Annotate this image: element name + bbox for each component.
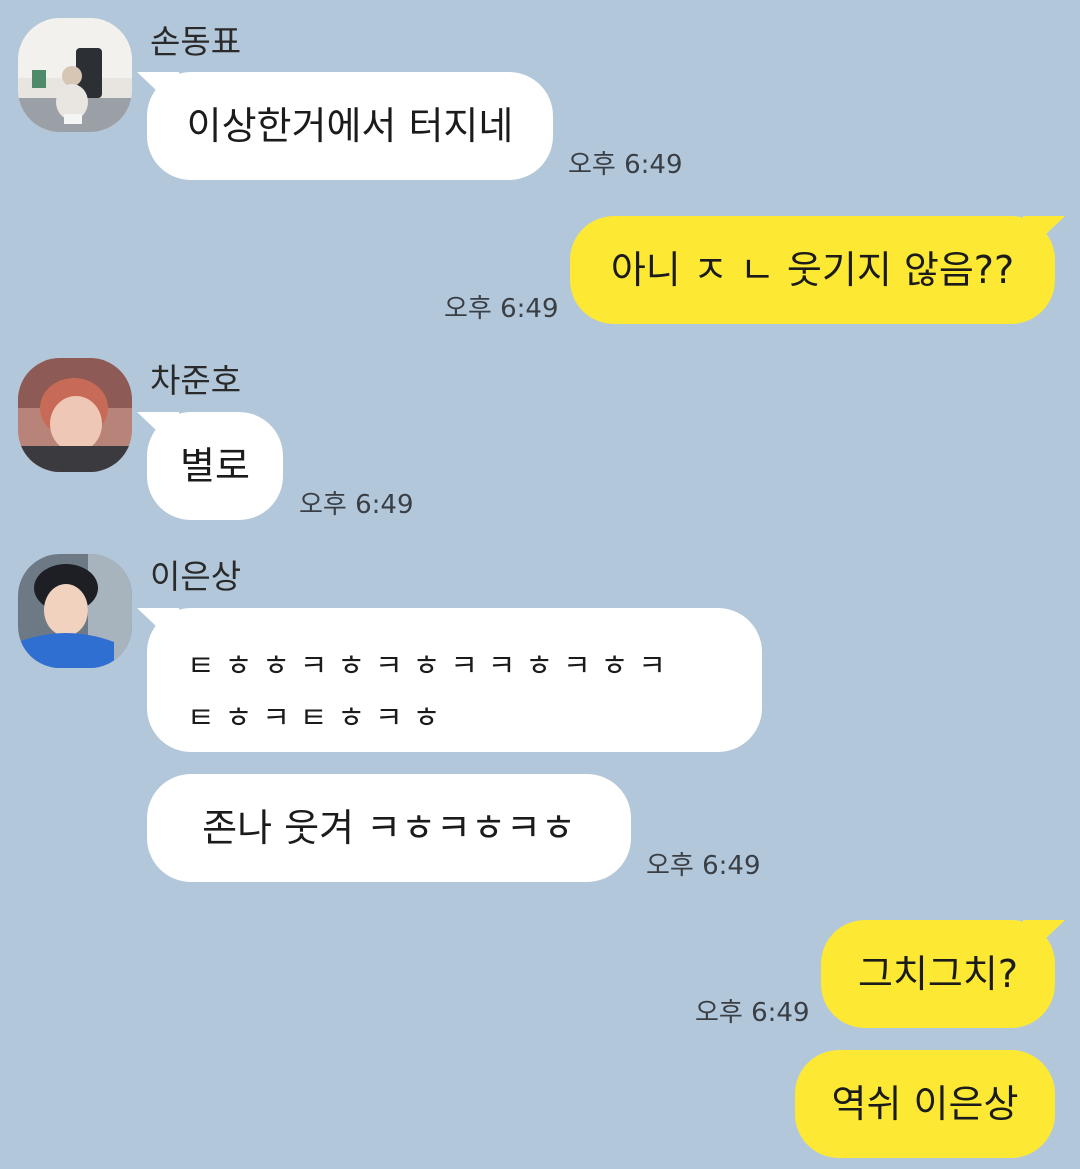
- avatar-chajunho[interactable]: [18, 358, 132, 472]
- timestamp: 오후 6:49: [444, 294, 559, 324]
- message-text: 아니 ㅈ ㄴ 웃기지 않음??: [610, 248, 1015, 292]
- avatar-sondongpyo[interactable]: [18, 18, 132, 132]
- message-text-line: ㅌㅎㅋㅌㅎㅋㅎ: [187, 701, 451, 736]
- message-bubble-outgoing[interactable]: 역쉬 이은상: [795, 1050, 1055, 1158]
- profile-photo-icon: [18, 358, 132, 472]
- message-bubble[interactable]: 존나 웃겨 ㅋㅎㅋㅎㅋㅎ: [147, 774, 631, 882]
- message-text-line: ㅌㅎㅎㅋㅎㅋㅎㅋㅋㅎㅋㅎㅋ: [187, 649, 676, 684]
- message-text: 역쉬 이은상: [831, 1082, 1019, 1126]
- timestamp: 오후 6:49: [568, 150, 683, 180]
- message-bubble[interactable]: 이상한거에서 터지네: [147, 72, 553, 180]
- message-text: 이상한거에서 터지네: [186, 104, 514, 148]
- message-bubble[interactable]: 별로: [147, 412, 283, 520]
- message-text: 별로: [180, 444, 250, 488]
- sender-name: 차준호: [150, 361, 242, 400]
- message-bubble-outgoing[interactable]: 아니 ㅈ ㄴ 웃기지 않음??: [570, 216, 1055, 324]
- timestamp: 오후 6:49: [299, 490, 414, 520]
- timestamp: 오후 6:49: [646, 851, 761, 881]
- message-text: 그치그치?: [857, 952, 1018, 996]
- sender-name: 손동표: [150, 22, 242, 61]
- timestamp: 오후 6:49: [695, 998, 810, 1028]
- message-bubble[interactable]: ㅌㅎㅎㅋㅎㅋㅎㅋㅋㅎㅋㅎㅋ ㅌㅎㅋㅌㅎㅋㅎ: [147, 608, 762, 752]
- profile-photo-icon: [18, 18, 132, 132]
- sender-name: 이은상: [150, 557, 242, 596]
- message-bubble-outgoing[interactable]: 그치그치?: [821, 920, 1055, 1028]
- profile-photo-icon: [18, 554, 132, 668]
- message-text: 존나 웃겨 ㅋㅎㅋㅎㅋㅎ: [202, 806, 576, 850]
- avatar-leeeunsang[interactable]: [18, 554, 132, 668]
